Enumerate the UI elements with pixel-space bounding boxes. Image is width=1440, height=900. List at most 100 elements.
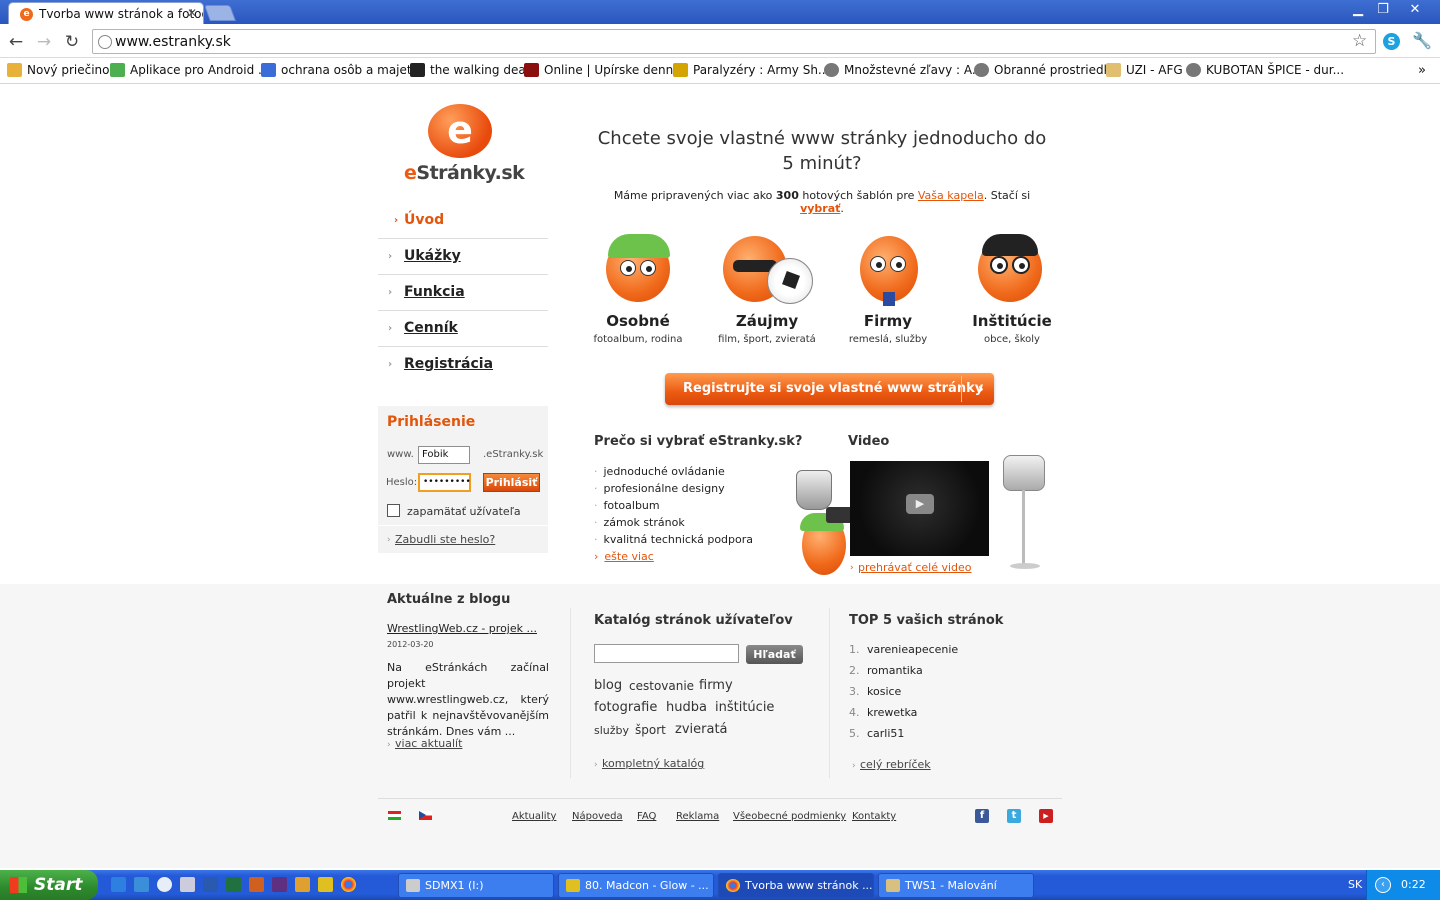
footer-link[interactable]: Kontakty [852,811,896,822]
footer-link[interactable]: Všeobecné podmienky [733,811,846,822]
logo-text[interactable]: eStránky.sk [404,162,525,184]
bookmark-star-icon[interactable]: ☆ [1352,31,1367,51]
register-button[interactable]: Registrujte si svoje vlastné www stránky… [665,373,994,405]
drive-icon [406,879,420,892]
facebook-icon[interactable]: f [975,809,989,823]
bookmarks-overflow-icon[interactable]: » [1418,63,1426,78]
tag-link[interactable]: cestovanie [629,679,694,693]
quicklaunch-icon[interactable] [134,877,149,892]
reload-icon[interactable]: ↻ [62,32,82,52]
tag-link[interactable]: služby [594,724,629,737]
category-osobne[interactable]: Osobné fotoalbum, rodina [578,234,698,351]
bookmark-item[interactable]: UZI - AFG [1106,63,1183,77]
excel-icon[interactable] [226,877,241,892]
quicklaunch-icon[interactable] [295,877,310,892]
close-window-icon[interactable]: ✕ [1402,2,1428,20]
footer-link[interactable]: FAQ [637,811,656,822]
tag-link[interactable]: šport [635,723,666,737]
twitter-icon[interactable]: t [1007,809,1021,823]
play-icon[interactable]: ▶ [906,494,934,514]
menu-item-registracia[interactable]: › Registrácia [378,347,548,383]
tab-close-icon[interactable]: ✕ [187,6,197,20]
language-indicator[interactable]: SK [1348,878,1362,891]
arrow-icon: › [852,761,856,771]
footer-link[interactable]: Reklama [676,811,719,822]
bookmark-item[interactable]: Paralyzéry : Army Sh... [673,63,829,77]
catalog-search-button[interactable]: Hľadať [746,645,803,664]
choose-link[interactable]: vybrať [800,202,840,215]
list-item[interactable]: 4. krewetka [849,706,917,719]
list-item[interactable]: 2. romantika [849,664,923,677]
bookmark-item[interactable]: Množstevné zľavy : A... [824,63,983,77]
quicklaunch-icon[interactable] [180,877,195,892]
youtube-icon[interactable]: ▶ [1039,809,1053,823]
logo-icon[interactable]: e [428,104,492,158]
menu-item-funkcia[interactable]: › Funkcia [378,275,548,311]
back-icon[interactable]: ← [6,32,26,52]
quicklaunch-icon[interactable] [272,877,287,892]
url-text[interactable]: www.estranky.sk [115,34,231,50]
browser-tab[interactable]: e Tvorba www stránok a fotogal ✕ [8,2,204,24]
tag-link[interactable]: blog [594,678,622,693]
tag-link[interactable]: fotografie [594,700,657,715]
skype-icon[interactable]: S [1383,33,1400,50]
new-tab-button[interactable] [204,5,236,21]
bookmark-item[interactable]: KUBOTAN ŠPICE - dur... [1186,63,1344,77]
bookmark-item[interactable]: Aplikace pro Android ... [110,63,269,77]
bookmark-item[interactable]: ochrana osôb a majet... [261,63,423,77]
taskbar-item[interactable]: TWS1 - Malování [878,873,1034,898]
spotlight-icon [1003,455,1045,491]
top5-title: TOP 5 vašich stránok [849,613,1004,628]
word-icon[interactable] [203,877,218,892]
bookmark-item[interactable]: Nový priečinok [7,63,116,77]
chrome-icon[interactable] [341,877,356,892]
bookmark-item[interactable]: Online | Upírske denní... [524,63,688,77]
catalog-search-input[interactable] [594,644,739,663]
menu-item-cennik[interactable]: › Cenník [378,311,548,347]
full-catalog-link[interactable]: kompletný katalóg [602,757,704,770]
footer-link[interactable]: Aktuality [512,811,556,822]
login-button[interactable]: Prihlásiť [483,473,540,492]
tag-link[interactable]: inštitúcie [715,700,774,715]
ie-icon[interactable] [111,877,126,892]
bookmark-item[interactable]: Obranné prostriedky [974,63,1117,77]
tag-link[interactable]: zvieratá [675,722,728,737]
bookmark-item[interactable]: the walking dead [410,63,533,77]
category-institucie[interactable]: Inštitúcie obce, školy [952,234,1072,351]
quicklaunch-icon[interactable] [249,877,264,892]
blog-post-link[interactable]: WrestlingWeb.cz - projek ... [387,622,537,635]
menu-item-uvod[interactable]: › Úvod [378,203,548,239]
play-full-video-link[interactable]: prehrávať celé video [858,561,972,574]
taskbar-item[interactable]: SDMX1 (I:) [398,873,554,898]
taskbar-item[interactable]: Tvorba www stránok ... [718,873,874,898]
tag-link[interactable]: hudba [666,700,707,715]
start-button[interactable]: Start [0,870,98,900]
hungary-flag-icon[interactable] [388,811,401,820]
more-features-link[interactable]: › ešte viac [594,550,654,563]
menu-item-ukazky[interactable]: › Ukážky [378,239,548,275]
password-input[interactable]: ••••••••• [418,473,471,492]
username-input[interactable]: Fobik [418,446,470,464]
forgot-password-link[interactable]: Zabudli ste heslo? [395,533,495,546]
minimize-icon[interactable]: ▁ [1345,2,1371,20]
winamp-icon[interactable] [318,877,333,892]
czech-flag-icon[interactable] [419,811,432,820]
template-link[interactable]: Vaša kapela [918,189,984,202]
address-bar[interactable] [92,29,1376,54]
more-news-link[interactable]: viac aktualít [395,737,462,750]
list-item[interactable]: 5. carli51 [849,727,904,740]
list-item[interactable]: 3. kosice [849,685,901,698]
full-ranking-link[interactable]: celý rebríček [860,758,931,771]
remember-checkbox[interactable] [387,504,400,517]
category-zaujmy[interactable]: Záujmy film, šport, zvieratá [707,236,827,351]
taskbar-item[interactable]: 80. Madcon - Glow - ... [558,873,714,898]
media-player-icon[interactable] [157,877,172,892]
forward-icon[interactable]: → [34,32,54,52]
category-firmy[interactable]: Firmy remeslá, služby [828,236,948,351]
restore-icon[interactable]: ❐ [1370,2,1396,20]
tag-link[interactable]: firmy [699,678,733,693]
tray-expand-icon[interactable]: ‹ [1375,877,1391,893]
footer-link[interactable]: Nápoveda [572,811,623,822]
list-item[interactable]: 1. varenieapecenie [849,643,958,656]
wrench-icon[interactable]: 🔧 [1412,31,1432,50]
